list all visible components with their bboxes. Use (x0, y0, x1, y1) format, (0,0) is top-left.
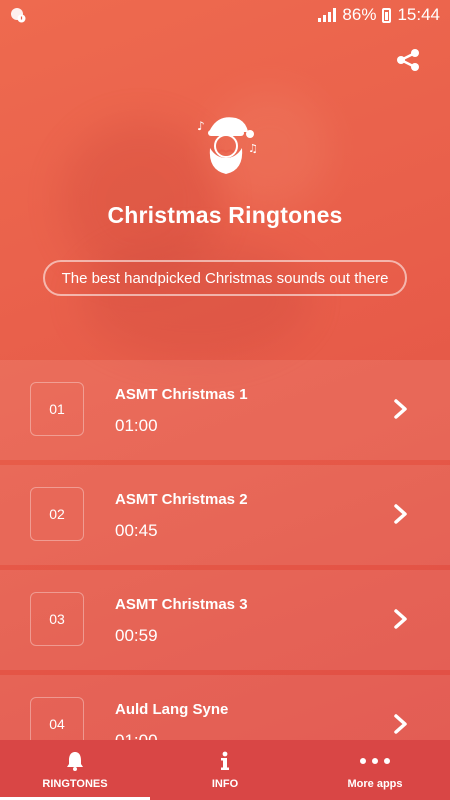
nav-ringtones-label: RINGTONES (42, 778, 108, 790)
ringtone-row[interactable]: 03 ASMT Christmas 3 00:59 (0, 570, 450, 670)
clock-time: 15:44 (397, 5, 440, 24)
ringtone-row[interactable]: 01 ASMT Christmas 1 01:00 (0, 360, 450, 460)
santa-icon: ♪ ♫ (197, 117, 258, 174)
ringtone-duration: 00:45 (115, 521, 158, 540)
bell-icon (67, 752, 83, 771)
nav-more-apps-label: More apps (347, 778, 403, 790)
ringtone-list: 01 ASMT Christmas 1 01:00 02 ASMT Christ… (0, 360, 450, 780)
svg-text:♪: ♪ (197, 119, 205, 133)
share-icon[interactable] (394, 46, 422, 74)
background-blur (80, 240, 310, 360)
track-number: 03 (30, 592, 84, 646)
track-number: 01 (30, 382, 84, 436)
app-title: Christmas Ringtones (107, 202, 343, 228)
nav-more-apps[interactable]: More apps (300, 740, 450, 800)
ringtone-title: ASMT Christmas 3 (115, 596, 248, 613)
battery-percentage: 86% (342, 5, 377, 24)
bottom-nav: RINGTONES INFO More apps (0, 740, 450, 800)
nav-info[interactable]: INFO (150, 740, 300, 800)
nav-info-label: INFO (211, 778, 239, 790)
more-icon (360, 758, 390, 764)
subtitle-text: The best handpicked Christmas sounds out… (61, 269, 389, 287)
notification-icon (11, 8, 26, 23)
nav-ringtones[interactable]: RINGTONES (0, 740, 150, 800)
ringtone-row[interactable]: 02 ASMT Christmas 2 00:45 (0, 465, 450, 565)
ringtone-duration: 00:59 (115, 626, 158, 645)
status-right: 86% 15:44 (318, 5, 440, 25)
chevron-right-icon[interactable] (392, 398, 410, 420)
subtitle-pill: The best handpicked Christmas sounds out… (43, 260, 407, 296)
app-screen: 86% 15:44 ♪ ♫ Christmas Ringtones The be… (0, 0, 450, 800)
status-bar: 86% 15:44 (0, 0, 450, 30)
status-left (10, 7, 26, 23)
ringtone-duration: 01:00 (115, 416, 158, 435)
chevron-right-icon[interactable] (392, 713, 410, 735)
chevron-right-icon[interactable] (392, 503, 410, 525)
ringtone-title: ASMT Christmas 1 (115, 386, 248, 403)
battery-icon (382, 7, 392, 23)
ringtone-title: Auld Lang Syne (115, 701, 229, 718)
ringtone-title: ASMT Christmas 2 (115, 491, 248, 508)
info-icon (221, 751, 229, 770)
svg-text:♫: ♫ (248, 142, 258, 155)
signal-icon (318, 8, 337, 22)
track-number: 02 (30, 487, 84, 541)
chevron-right-icon[interactable] (392, 608, 410, 630)
